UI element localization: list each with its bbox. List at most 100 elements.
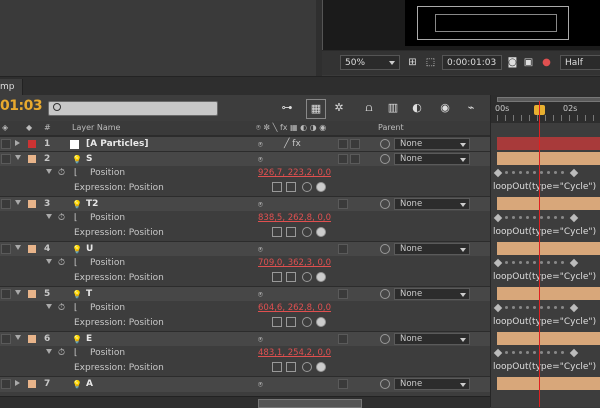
expression-pickwhip-icon[interactable] <box>302 227 312 237</box>
expression-pickwhip-icon[interactable] <box>302 317 312 327</box>
parent-dropdown[interactable]: None <box>394 288 470 300</box>
graph-icon[interactable]: ⌊ <box>74 257 78 270</box>
expression-language-menu-icon[interactable] <box>316 227 326 237</box>
expression-enable-icon[interactable] <box>272 227 282 237</box>
layer-duration-bar[interactable] <box>497 287 600 300</box>
layer-row[interactable]: 6 💡 E ⍟ None <box>0 331 490 347</box>
brainstorm-icon[interactable]: ◉ <box>436 99 454 117</box>
zoom-dropdown[interactable]: 50% <box>340 55 400 70</box>
shy-switch-icon[interactable]: ⍟ <box>258 378 263 391</box>
keyframe[interactable] <box>569 213 579 223</box>
layer-name[interactable]: A <box>86 378 93 391</box>
layer-duration-bar[interactable] <box>497 152 600 165</box>
timeline-graph-area[interactable]: 00s 02s loopOut(type="Cycle") loopOut(typ… <box>490 95 600 407</box>
label-color-swatch[interactable] <box>28 380 36 388</box>
layer-duration-bar[interactable] <box>497 197 600 210</box>
parent-pickwhip-icon[interactable] <box>380 154 390 164</box>
position-value[interactable]: 483,1, 254,2, 0,0 <box>258 347 331 360</box>
comp-mini-flowchart-icon[interactable]: ⊶ <box>278 99 296 117</box>
graph-icon[interactable]: ⌊ <box>74 212 78 225</box>
expression-text[interactable]: loopOut(type="Cycle") <box>493 272 596 282</box>
fit-icon[interactable]: ⊞ <box>406 56 419 69</box>
motion-blur-switch[interactable] <box>338 289 348 299</box>
visibility-switch[interactable] <box>1 154 11 164</box>
visibility-switch[interactable] <box>1 289 11 299</box>
visibility-switch[interactable] <box>1 244 11 254</box>
expression-pickwhip-icon[interactable] <box>302 182 312 192</box>
label-header-icon[interactable]: ◆ <box>26 123 32 132</box>
twirl-down-icon[interactable] <box>46 169 52 174</box>
keyframe[interactable] <box>569 303 579 313</box>
graph-icon[interactable]: ⌊ <box>74 347 78 360</box>
expression-enable-icon[interactable] <box>272 182 282 192</box>
expression-text[interactable]: loopOut(type="Cycle") <box>493 182 596 192</box>
keyframe[interactable] <box>569 348 579 358</box>
layer-name[interactable]: [A Particles] <box>86 138 148 151</box>
hide-shy-layers-icon[interactable]: ⩍ <box>360 99 378 117</box>
motion-blur-switch[interactable] <box>338 139 348 149</box>
motion-blur-switch[interactable] <box>338 244 348 254</box>
keyframe-row[interactable] <box>491 166 600 181</box>
motion-blur-switch[interactable] <box>338 379 348 389</box>
color-channels-icon[interactable]: ● <box>540 56 553 69</box>
visibility-switch[interactable] <box>1 334 11 344</box>
twirl-down-icon[interactable] <box>15 200 21 205</box>
layer-name[interactable]: T <box>86 288 92 301</box>
layer-name[interactable]: S <box>86 153 92 166</box>
visibility-switch[interactable] <box>1 139 11 149</box>
label-color-swatch[interactable] <box>28 290 36 298</box>
expression-row[interactable]: Expression: Position <box>0 181 490 196</box>
keyframe-row[interactable] <box>491 346 600 361</box>
graph-icon[interactable]: ⌊ <box>74 167 78 180</box>
parent-dropdown[interactable]: None <box>394 198 470 210</box>
stopwatch-icon[interactable]: ⏱ <box>58 347 65 360</box>
expression-pickwhip-icon[interactable] <box>302 362 312 372</box>
label-color-swatch[interactable] <box>28 200 36 208</box>
tab-composition[interactable]: mp <box>0 79 23 95</box>
parent-pickwhip-icon[interactable] <box>380 379 390 389</box>
position-value[interactable]: 604,6, 262,8, 0,0 <box>258 302 331 315</box>
property-row-position[interactable]: ⏱ ⌊ Position 926,7, 223,2, 0,0 <box>0 166 490 181</box>
show-snapshot-icon[interactable]: ▣ <box>522 56 535 69</box>
shy-switch-icon[interactable]: ⍟ <box>258 198 263 211</box>
toggle-switches-modes-button[interactable] <box>258 399 362 408</box>
expression-row[interactable]: Expression: Position <box>0 361 490 376</box>
visibility-switch[interactable] <box>1 199 11 209</box>
twirl-down-icon[interactable] <box>46 304 52 309</box>
graph-icon[interactable]: ⌊ <box>74 302 78 315</box>
parent-dropdown[interactable]: None <box>394 243 470 255</box>
twirl-down-icon[interactable] <box>15 335 21 340</box>
layer-name-header[interactable]: Layer Name <box>72 123 120 132</box>
expression-language-menu-icon[interactable] <box>316 272 326 282</box>
twirl-down-icon[interactable] <box>46 349 52 354</box>
property-row-position[interactable]: ⏱ ⌊ Position 709,0, 362,3, 0,0 <box>0 256 490 271</box>
property-row-position[interactable]: ⏱ ⌊ Position 604,6, 262,8, 0,0 <box>0 301 490 316</box>
parent-dropdown[interactable]: None <box>394 378 470 390</box>
layer-row[interactable]: 4 💡 U ⍟ None <box>0 241 490 257</box>
parent-pickwhip-icon[interactable] <box>380 334 390 344</box>
frame-blending-icon[interactable]: ▥ <box>384 99 402 117</box>
expression-graph-icon[interactable] <box>286 272 296 282</box>
twirl-down-icon[interactable] <box>15 245 21 250</box>
composition-viewer[interactable] <box>322 0 600 50</box>
layer-duration-bar[interactable] <box>497 332 600 345</box>
keyframe-row[interactable] <box>491 301 600 316</box>
motion-blur-switch[interactable] <box>338 199 348 209</box>
motion-blur-switch[interactable] <box>338 334 348 344</box>
expression-text[interactable]: loopOut(type="Cycle") <box>493 317 596 327</box>
expression-language-menu-icon[interactable] <box>316 317 326 327</box>
expression-row[interactable]: Expression: Position <box>0 226 490 241</box>
draft-3d-icon[interactable]: ✲ <box>330 99 348 117</box>
expression-language-menu-icon[interactable] <box>316 182 326 192</box>
label-color-swatch[interactable] <box>28 245 36 253</box>
shy-switch-icon[interactable]: ⍟ <box>258 153 263 166</box>
resolution-dropdown[interactable]: Half <box>560 55 600 70</box>
work-area-bar[interactable] <box>497 97 600 102</box>
twirl-down-icon[interactable] <box>46 214 52 219</box>
switches-header-icon[interactable]: ⍟ ✼ ╲ fx ▦ ◐ ◑ ◉ <box>256 123 326 133</box>
twirl-down-icon[interactable] <box>15 380 20 386</box>
expression-enable-icon[interactable] <box>272 317 282 327</box>
twirl-down-icon[interactable] <box>15 290 21 295</box>
camera-icon[interactable]: ◙ <box>506 56 519 69</box>
parent-dropdown[interactable]: None <box>394 153 470 165</box>
